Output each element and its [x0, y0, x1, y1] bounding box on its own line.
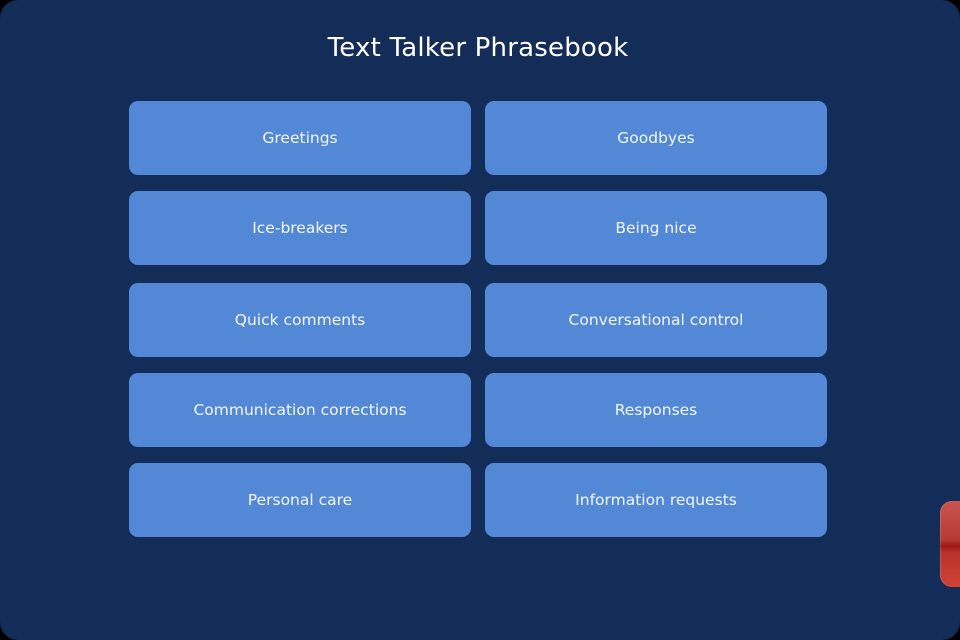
page-title: Text Talker Phrasebook: [327, 33, 629, 63]
category-button-greetings[interactable]: Greetings: [129, 101, 471, 175]
category-button-ice-breakers[interactable]: Ice-breakers: [129, 191, 471, 265]
category-button-responses[interactable]: Responses: [485, 373, 827, 447]
category-button-being-nice[interactable]: Being nice: [485, 191, 827, 265]
side-drawer-tab[interactable]: [940, 501, 960, 587]
category-button-quick-comments[interactable]: Quick comments: [129, 283, 471, 357]
category-button-goodbyes[interactable]: Goodbyes: [485, 101, 827, 175]
category-button-communication-corrections[interactable]: Communication corrections: [129, 373, 471, 447]
category-button-information-requests[interactable]: Information requests: [485, 463, 827, 537]
category-button-conversational-control[interactable]: Conversational control: [485, 283, 827, 357]
category-button-personal-care[interactable]: Personal care: [129, 463, 471, 537]
phrasebook-screen: Text Talker Phrasebook Greetings Goodbye…: [0, 0, 960, 640]
